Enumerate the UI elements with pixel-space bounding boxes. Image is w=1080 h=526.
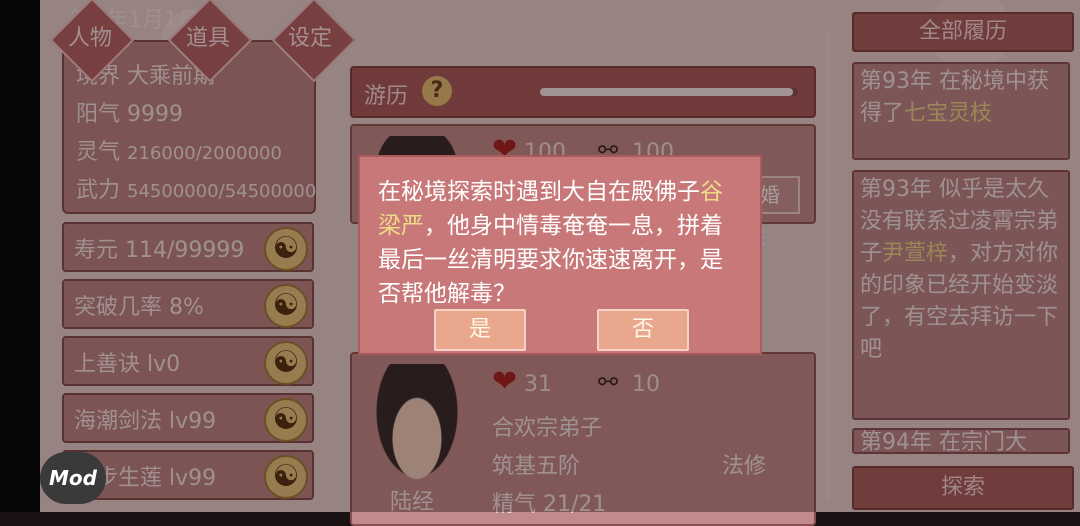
event-text-end: ，他身中情毒奄奄一息，拼着最后一丝清明要求你速速离开，是否帮他解毒？	[378, 213, 723, 307]
mod-menu-button[interactable]: Mod	[40, 452, 106, 504]
no-button[interactable]: 否	[597, 309, 689, 351]
yes-button[interactable]: 是	[434, 309, 526, 351]
event-dialog: 在秘境探索时遇到大自在殿佛子谷梁严，他身中情毒奄奄一息，拼着最后一丝清明要求你速…	[358, 155, 762, 355]
event-text-start: 在秘境探索时遇到大自在殿佛子	[378, 179, 700, 205]
event-dialog-text: 在秘境探索时遇到大自在殿佛子谷梁严，他身中情毒奄奄一息，拼着最后一丝清明要求你速…	[378, 175, 738, 311]
left-edge-strip	[0, 0, 40, 512]
